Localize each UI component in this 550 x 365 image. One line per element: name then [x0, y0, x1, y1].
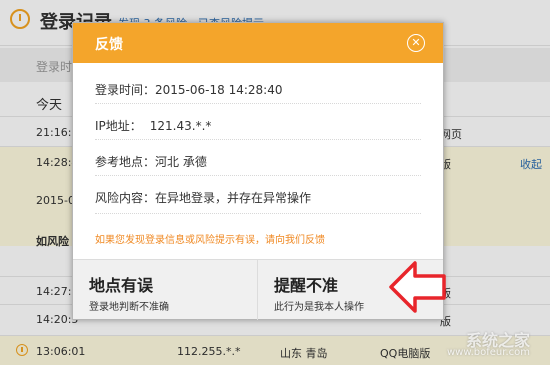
watermark-url: www.bofeur.com — [446, 347, 530, 358]
wrong-location-button[interactable]: 地点有误 登录地判断不准确 — [73, 260, 258, 320]
divider — [95, 103, 421, 104]
wrong-location-desc: 登录地判断不准确 — [89, 302, 169, 313]
feedback-note-link[interactable]: 如果您发现登录信息或风险提示有误，请向我们反馈 — [95, 231, 325, 246]
dialog-header: 反馈 ✕ — [73, 23, 443, 63]
divider — [95, 139, 421, 140]
dialog-title: 反馈 — [95, 37, 123, 53]
inaccurate-alert-title: 提醒不准 — [274, 276, 339, 295]
wrong-location-title: 地点有误 — [89, 276, 154, 295]
close-icon[interactable]: ✕ — [407, 34, 425, 52]
login-time-line: 登录时间：2015-06-18 14:28:40 — [95, 81, 421, 98]
login-time-label: 登录时间： — [95, 83, 156, 97]
login-time-value: 2015-06-18 14:28:40 — [155, 83, 283, 97]
risk-label: 风险内容： — [95, 191, 156, 205]
location-value: 河北 承德 — [155, 155, 207, 169]
divider — [95, 213, 421, 214]
inaccurate-alert-desc: 此行为是我本人操作 — [274, 302, 364, 313]
location-label: 参考地点： — [95, 155, 156, 169]
risk-line: 风险内容：在异地登录，并存在异常操作 — [95, 189, 421, 206]
location-line: 参考地点：河北 承德 — [95, 153, 421, 170]
red-arrow-icon — [389, 261, 446, 313]
ip-value: 121.43.*.* — [149, 119, 212, 133]
ip-label: IP地址： — [95, 119, 142, 133]
risk-value: 在异地登录，并存在异常操作 — [155, 191, 312, 205]
divider — [95, 175, 421, 176]
ip-line: IP地址： 121.43.*.* — [95, 117, 421, 134]
